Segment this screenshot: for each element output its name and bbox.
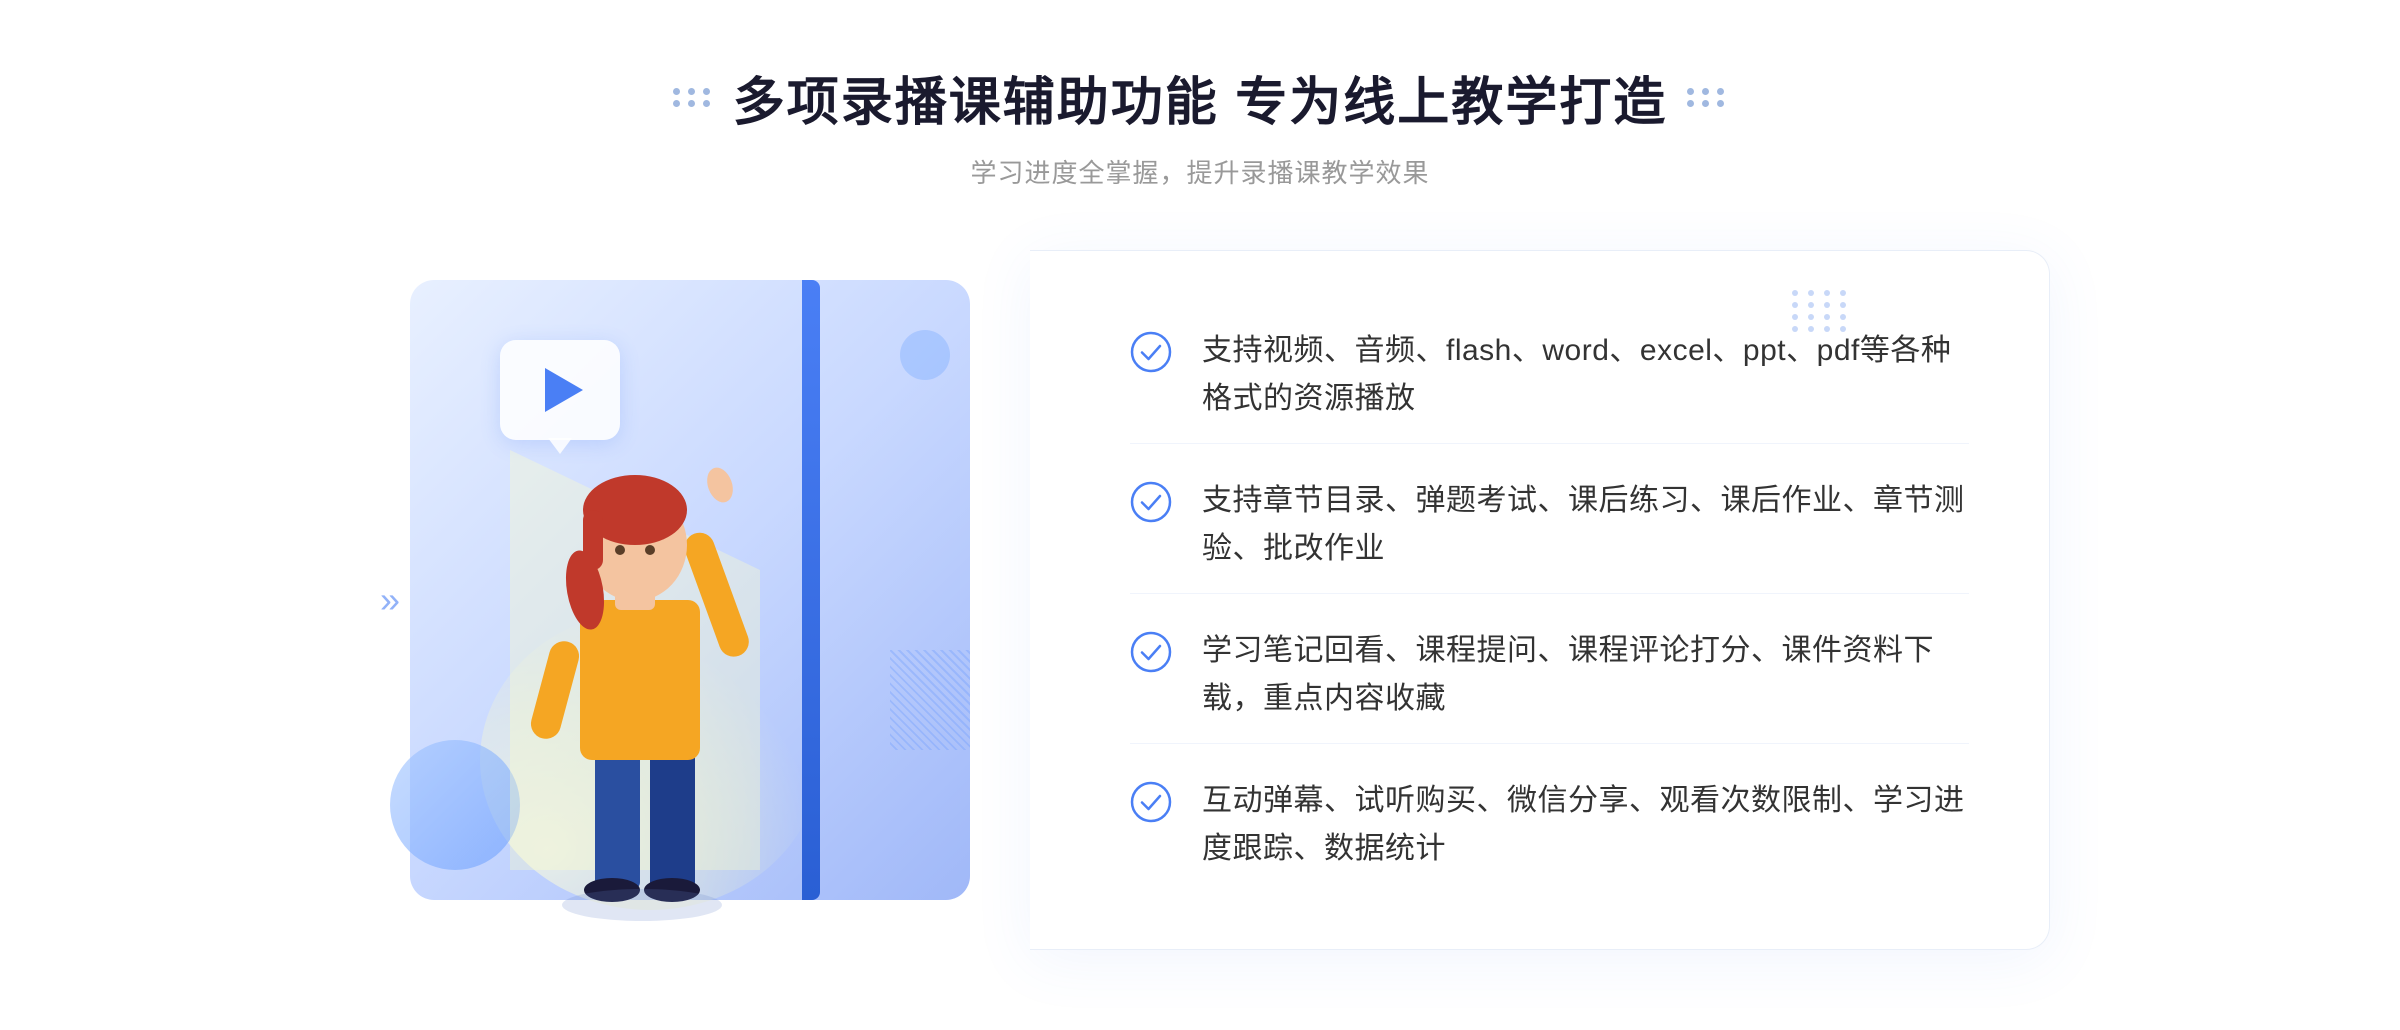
page-wrapper: 多项录播课辅助功能 专为线上教学打造 学习进度全掌握，提升录播课教学效果 » [0, 0, 2400, 1030]
features-area: 支持视频、音频、flash、word、excel、ppt、pdf等各种格式的资源… [1030, 250, 2050, 950]
dot-grid-top-right [1792, 290, 1850, 332]
page-subtitle: 学习进度全掌握，提升录播课教学效果 [673, 153, 1727, 190]
check-icon-2 [1130, 481, 1172, 523]
header-dots-left [673, 88, 713, 107]
check-icon-4 [1130, 781, 1172, 823]
header-section: 多项录播课辅助功能 专为线上教学打造 学习进度全掌握，提升录播课教学效果 [673, 60, 1727, 190]
title-row: 多项录播课辅助功能 专为线上教学打造 [673, 60, 1727, 135]
feature-item-3: 学习笔记回看、课程提问、课程评论打分、课件资料下载，重点内容收藏 [1130, 607, 1969, 744]
stripe-deco [890, 650, 970, 750]
feature-text-3: 学习笔记回看、课程提问、课程评论打分、课件资料下载，重点内容收藏 [1202, 627, 1969, 723]
feature-text-2: 支持章节目录、弹题考试、课后练习、课后作业、章节测验、批改作业 [1202, 477, 1969, 573]
circle-deco-2 [900, 330, 950, 380]
check-icon-3 [1130, 631, 1172, 673]
feature-item-4: 互动弹幕、试听购买、微信分享、观看次数限制、学习进度跟踪、数据统计 [1130, 757, 1969, 893]
page-title: 多项录播课辅助功能 专为线上教学打造 [733, 60, 1667, 135]
illustration-area [350, 250, 1030, 950]
header-dots-right [1687, 88, 1727, 107]
feature-text-4: 互动弹幕、试听购买、微信分享、观看次数限制、学习进度跟踪、数据统计 [1202, 777, 1969, 873]
arrow-left-deco: » [380, 579, 400, 621]
feature-item-2: 支持章节目录、弹题考试、课后练习、课后作业、章节测验、批改作业 [1130, 457, 1969, 594]
feature-text-1: 支持视频、音频、flash、word、excel、ppt、pdf等各种格式的资源… [1202, 327, 1969, 423]
illustration-person [450, 370, 830, 950]
check-icon-1 [1130, 331, 1172, 373]
content-area: » [350, 250, 2050, 950]
